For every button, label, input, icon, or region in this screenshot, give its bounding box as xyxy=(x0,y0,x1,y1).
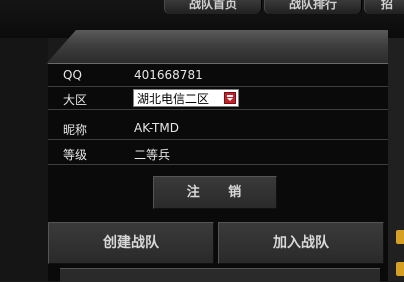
side-tab-marker-2[interactable] xyxy=(396,262,404,276)
rank-row: 等级 二等兵 xyxy=(48,142,388,165)
tab-team-home-label: 战队首页 xyxy=(188,0,237,11)
panel-bevel-header xyxy=(46,30,388,64)
side-tab-marker[interactable] xyxy=(396,230,404,244)
qq-value: 401668781 xyxy=(134,68,203,82)
rank-value: 二等兵 xyxy=(134,148,171,162)
tab-team-home[interactable]: 战队首页 xyxy=(164,0,262,14)
qq-row: QQ 401668781 xyxy=(48,64,388,87)
region-label: 大区 xyxy=(63,93,88,107)
qq-label: QQ xyxy=(63,68,82,82)
nickname-row: 昵称 AK-TMD xyxy=(48,117,388,140)
left-dark-strip xyxy=(0,38,48,281)
nickname-label: 昵称 xyxy=(63,123,88,137)
join-team-button[interactable]: 加入战队 xyxy=(218,222,384,264)
dropdown-arrow-icon[interactable] xyxy=(224,92,236,104)
region-row: 大区 湖北电信二区 xyxy=(48,87,388,110)
create-team-button[interactable]: 创建战队 xyxy=(48,222,214,264)
nickname-value: AK-TMD xyxy=(134,121,179,135)
region-select[interactable]: 湖北电信二区 xyxy=(133,89,239,107)
tab-recruit-label: 招 xyxy=(380,0,393,11)
tab-team-ranking-label: 战队排行 xyxy=(288,0,337,11)
bottom-frame xyxy=(60,268,380,282)
logout-button[interactable]: 注 销 xyxy=(153,176,277,209)
tab-recruit[interactable]: 招 xyxy=(364,0,404,14)
right-strip xyxy=(388,38,404,281)
tab-team-ranking[interactable]: 战队排行 xyxy=(264,0,362,14)
region-select-value: 湖北电信二区 xyxy=(137,92,210,106)
rank-label: 等级 xyxy=(63,148,88,162)
